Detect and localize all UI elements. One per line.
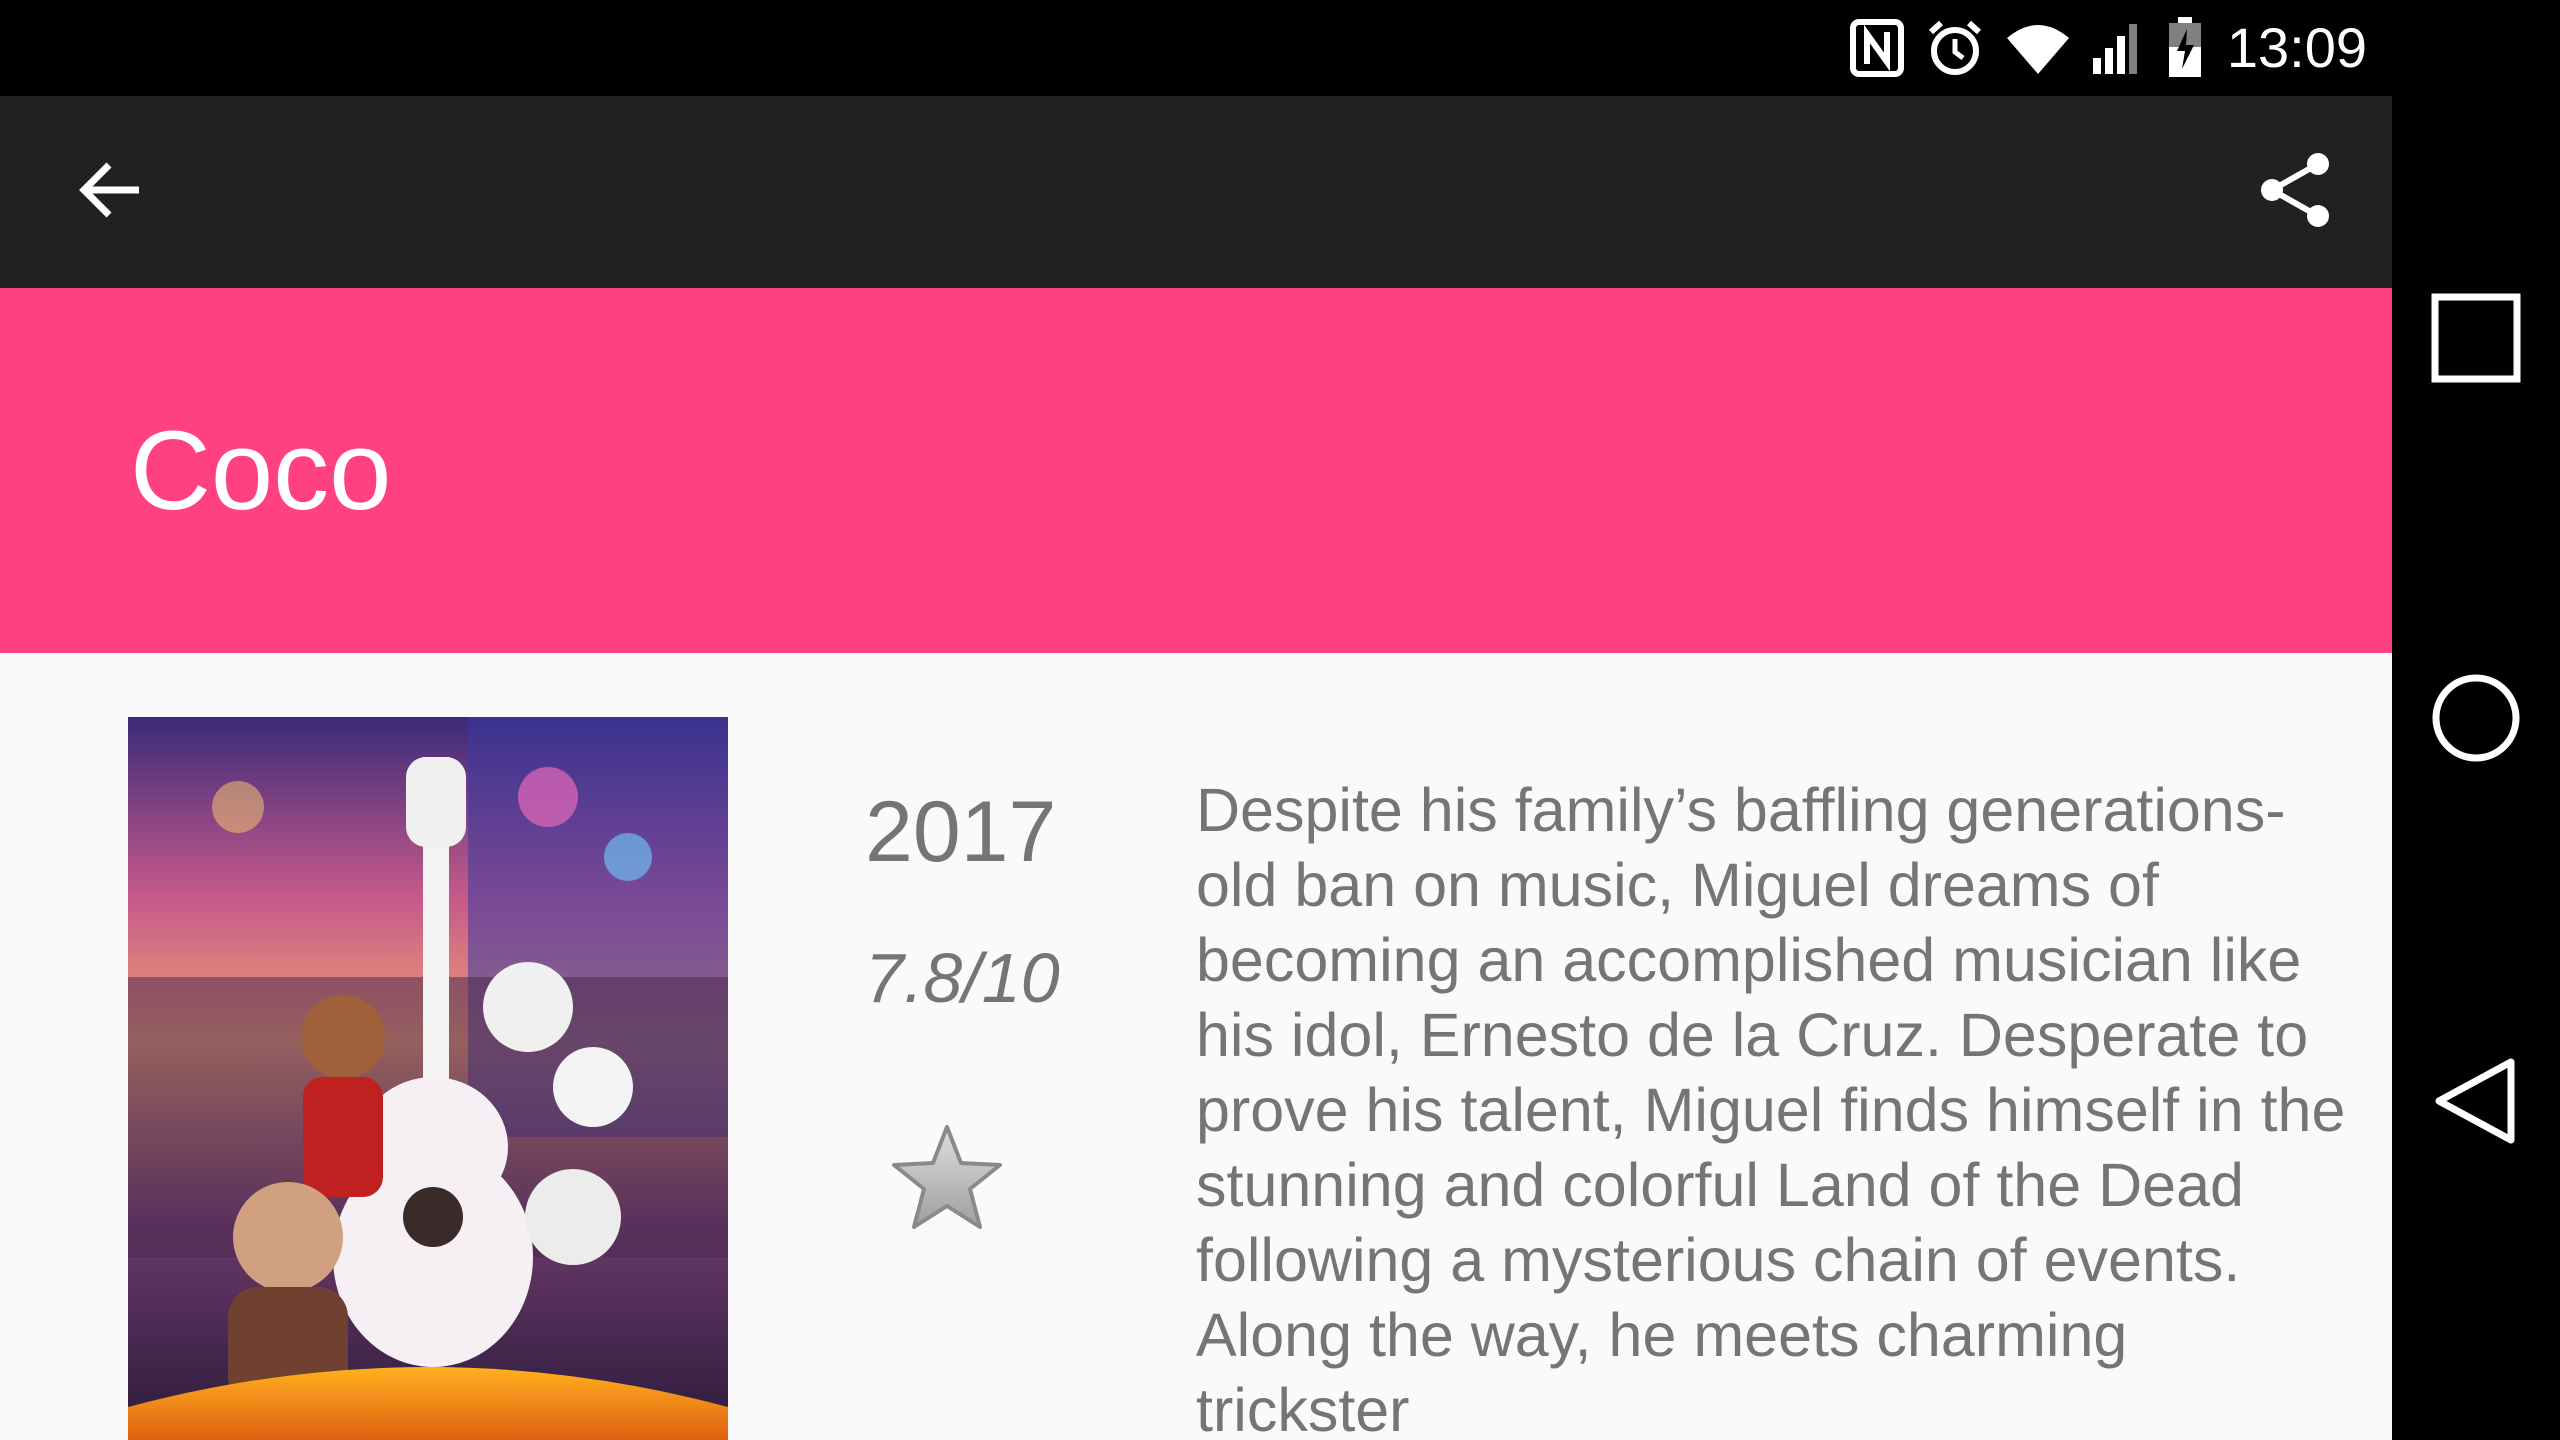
status-icons: 13:09	[1849, 0, 2367, 96]
movie-title: Coco	[130, 408, 392, 533]
back-icon	[2431, 1056, 2521, 1151]
recents-icon	[2431, 293, 2521, 388]
share-icon	[2256, 150, 2336, 235]
battery-charging-icon	[2167, 17, 2203, 79]
status-bar: 13:09	[0, 0, 2392, 96]
movie-details: 2017 7.8/10 Despite his family’s bafflin…	[0, 653, 2392, 1440]
system-nav-bar	[2392, 0, 2560, 1440]
share-button[interactable]	[2246, 142, 2346, 242]
home-button[interactable]	[2426, 670, 2526, 770]
movie-overview: Despite his family’s baffling generation…	[1196, 776, 2346, 1440]
home-icon	[2431, 673, 2521, 768]
star-icon	[890, 1125, 1005, 1237]
release-year: 2017	[865, 784, 1057, 880]
nfc-icon	[1849, 18, 1905, 78]
status-clock: 13:09	[2226, 16, 2367, 79]
signal-icon	[2091, 20, 2147, 76]
back-button[interactable]	[60, 142, 160, 242]
movie-poster	[128, 717, 728, 1440]
movie-rating: 7.8/10	[865, 939, 1060, 1017]
nav-back-button[interactable]	[2426, 1053, 2526, 1153]
wifi-icon	[2005, 20, 2071, 76]
title-banner: Coco	[0, 288, 2392, 653]
favorite-button[interactable]	[890, 1123, 1005, 1233]
arrow-back-icon	[75, 155, 145, 230]
recents-button[interactable]	[2426, 290, 2526, 390]
alarm-icon	[1925, 18, 1985, 78]
app-toolbar	[0, 96, 2392, 288]
